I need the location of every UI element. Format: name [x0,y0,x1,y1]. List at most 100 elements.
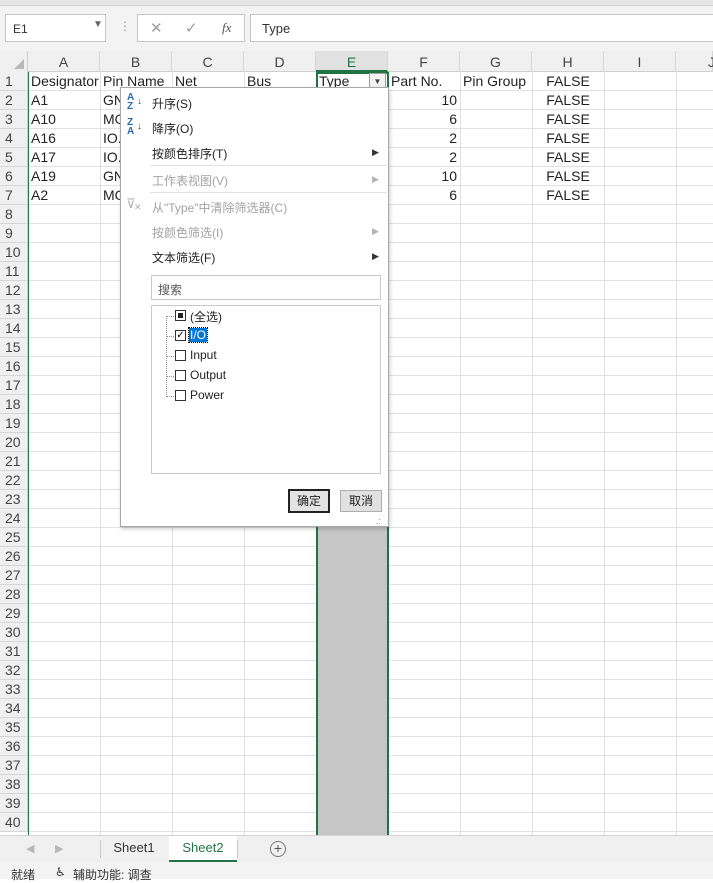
col-header-c[interactable]: C [172,51,244,72]
cell-f6[interactable]: 10 [388,167,460,186]
power-checkbox[interactable] [175,390,186,401]
row-header[interactable]: 1 [0,72,28,91]
cell-a1[interactable]: Designator [31,72,100,91]
col-header-i[interactable]: I [604,51,676,72]
cell-a2[interactable]: A1 [31,91,100,110]
cell-a4[interactable]: A16 [31,129,100,148]
cell-g1[interactable]: Pin Group [463,72,532,91]
row-header[interactable]: 31 [0,642,28,661]
row-header[interactable]: 27 [0,566,28,585]
row-header[interactable]: 8 [0,205,28,224]
scroll-right-icon[interactable]: ▶ [55,842,63,855]
filter-item-label[interactable]: I/O [187,327,209,343]
row-header[interactable]: 30 [0,623,28,642]
row-header[interactable]: 25 [0,528,28,547]
select-all-checkbox[interactable] [175,310,186,321]
cell-h6[interactable]: FALSE [532,167,604,186]
row-header[interactable]: 4 [0,129,28,148]
row-header[interactable]: 37 [0,756,28,775]
cell-h2[interactable]: FALSE [532,91,604,110]
chevron-down-icon[interactable]: ▼ [93,19,103,30]
menu-sort-descending[interactable]: 降序(O) [152,120,193,137]
cell-b5[interactable]: IO. [103,148,120,167]
row-header[interactable]: 22 [0,471,28,490]
col-header-h[interactable]: H [532,51,604,72]
tab-sheet1[interactable]: Sheet1 [101,836,167,862]
io-checkbox[interactable]: ✓ [175,330,186,341]
row-header[interactable]: 13 [0,300,28,319]
cell-h1[interactable]: FALSE [532,72,604,91]
row-header[interactable]: 24 [0,509,28,528]
row-header[interactable]: 10 [0,243,28,262]
row-header[interactable]: 9 [0,224,28,243]
cell-f3[interactable]: 6 [388,110,460,129]
col-header-j[interactable]: J [676,51,713,72]
col-header-e[interactable]: E [316,51,388,72]
cell-b3[interactable]: MO [103,110,120,129]
filter-item-label[interactable]: Output [189,368,227,382]
row-header[interactable]: 21 [0,452,28,471]
cell-a5[interactable]: A17 [31,148,100,167]
cell-f7[interactable]: 6 [388,186,460,205]
row-header[interactable]: 11 [0,262,28,281]
row-header[interactable]: 34 [0,699,28,718]
menu-sort-by-color[interactable]: 按颜色排序(T) [152,145,227,162]
cell-a7[interactable]: A2 [31,186,100,205]
row-header[interactable]: 5 [0,148,28,167]
col-header-g[interactable]: G [460,51,532,72]
row-header[interactable]: 23 [0,490,28,509]
status-accessibility[interactable]: 辅助功能: 调查 [73,866,152,883]
row-header[interactable]: 12 [0,281,28,300]
select-all-corner[interactable] [0,51,28,72]
row-header[interactable]: 15 [0,338,28,357]
ok-button[interactable]: 确定 [288,489,330,513]
col-header-a[interactable]: A [28,51,100,72]
tab-sheet2[interactable]: Sheet2 [169,836,237,862]
cell-f2[interactable]: 10 [388,91,460,110]
name-box[interactable]: E1 ▼ [5,14,106,42]
row-header[interactable]: 29 [0,604,28,623]
cell-a3[interactable]: A10 [31,110,100,129]
row-header[interactable]: 40 [0,813,28,832]
row-header[interactable]: 36 [0,737,28,756]
row-header[interactable]: 33 [0,680,28,699]
scroll-left-icon[interactable]: ◀ [26,842,34,855]
input-checkbox[interactable] [175,350,186,361]
filter-item-label[interactable]: Power [189,388,225,402]
row-header[interactable]: 35 [0,718,28,737]
cell-f1[interactable]: Part No. [391,72,460,91]
filter-item-label[interactable]: Input [189,348,218,362]
row-header[interactable]: 19 [0,414,28,433]
formula-input[interactable]: Type [250,14,713,42]
cancel-button[interactable]: 取消 [340,490,382,512]
row-header[interactable]: 38 [0,775,28,794]
cell-f4[interactable]: 2 [388,129,460,148]
resize-grip-icon[interactable]: .: [376,516,381,526]
row-header[interactable]: 6 [0,167,28,186]
cell-f5[interactable]: 2 [388,148,460,167]
cell-b7[interactable]: MO [103,186,120,205]
menu-sort-ascending[interactable]: 升序(S) [152,95,192,112]
cell-h3[interactable]: FALSE [532,110,604,129]
menu-text-filter[interactable]: 文本筛选(F) [152,249,215,266]
cancel-icon[interactable]: ✕ [150,19,163,37]
filter-item-label[interactable]: (全选) [189,308,223,325]
cell-h5[interactable]: FALSE [532,148,604,167]
row-header[interactable]: 26 [0,547,28,566]
row-header[interactable]: 7 [0,186,28,205]
check-icon[interactable]: ✓ [185,19,198,37]
row-header[interactable]: 3 [0,110,28,129]
insert-function-icon[interactable]: fx [222,20,231,36]
output-checkbox[interactable] [175,370,186,381]
row-header[interactable]: 18 [0,395,28,414]
cell-b6[interactable]: GN [103,167,120,186]
row-header[interactable]: 39 [0,794,28,813]
cell-a6[interactable]: A19 [31,167,100,186]
row-header[interactable]: 14 [0,319,28,338]
col-header-b[interactable]: B [100,51,172,72]
cell-h4[interactable]: FALSE [532,129,604,148]
cell-b2[interactable]: GN [103,91,120,110]
col-header-f[interactable]: F [388,51,460,72]
cell-b4[interactable]: IO. [103,129,120,148]
add-sheet-icon[interactable]: + [270,841,286,857]
